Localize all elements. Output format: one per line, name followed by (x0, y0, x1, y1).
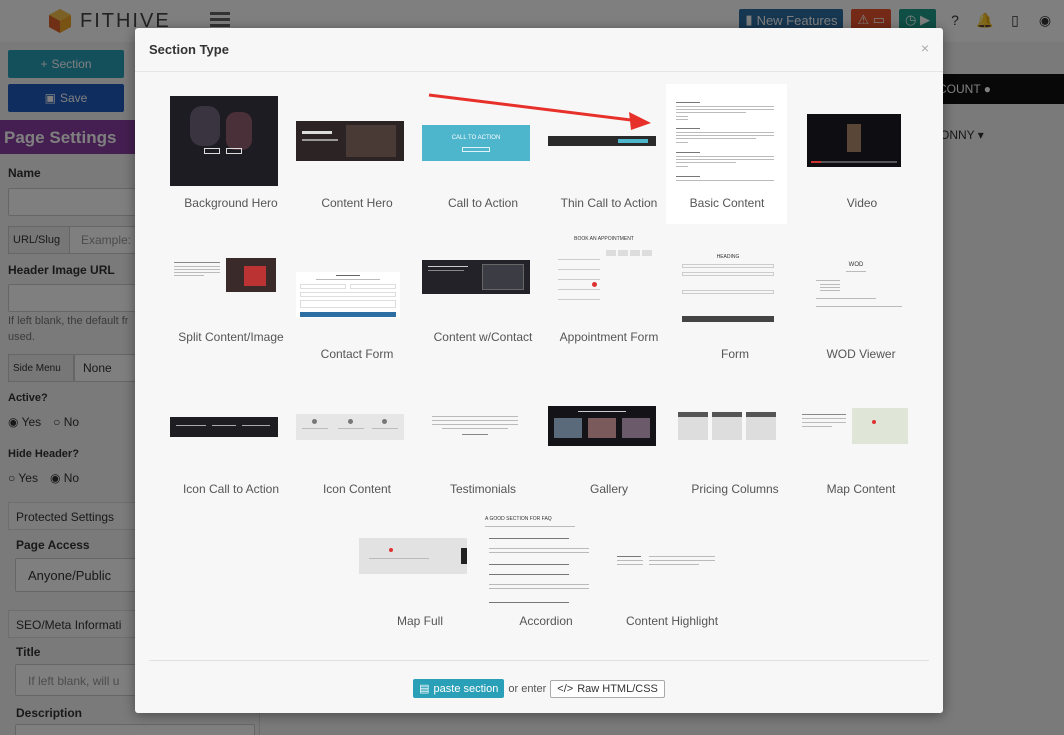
modal-header: Section Type × (135, 28, 943, 72)
tile-label: Video (846, 196, 878, 210)
modal-title: Section Type (149, 42, 229, 57)
section-type-modal: Section Type × Background Hero Content H… (135, 28, 943, 713)
video-thumbnail (807, 114, 901, 167)
tile-label: Icon Call to Action (182, 482, 280, 496)
icon-cta-thumbnail (170, 417, 278, 437)
split-content-thumbnail (174, 258, 276, 292)
icon-content-thumbnail (296, 414, 404, 440)
clipboard-icon: ▤ (419, 683, 430, 695)
tile-label: Background Hero (184, 196, 278, 210)
wod-viewer-thumbnail: WOD (806, 262, 906, 320)
pricing-columns-thumbnail (678, 412, 778, 442)
appointment-thumb-text: BOOK AN APPOINTMENT (574, 236, 634, 242)
paste-section-button[interactable]: ▤ paste section (413, 679, 505, 698)
content-hero-thumbnail (296, 121, 404, 161)
basic-content-thumbnail (676, 102, 776, 184)
tile-label: Map Full (396, 614, 443, 628)
tile-label: Call to Action (447, 196, 519, 210)
tile-label: Split Content/Image (178, 330, 284, 344)
background-hero-thumbnail (170, 96, 278, 186)
tile-label: Icon Content (322, 482, 392, 496)
tile-label: Contact Form (320, 347, 394, 361)
form-thumb-text: HEADING (716, 254, 740, 260)
tile-label: Gallery (589, 482, 628, 496)
tile-label: Accordion (519, 614, 573, 628)
gallery-thumbnail (548, 406, 656, 446)
close-icon[interactable]: × (921, 40, 929, 56)
code-icon: </> (557, 682, 574, 695)
content-highlight-thumbnail (617, 552, 717, 572)
accordion-thumb-title: A GOOD SECTION FOR FAQ (485, 516, 552, 522)
tile-label: Content w/Contact (433, 330, 533, 344)
accordion-thumbnail: A GOOD SECTION FOR FAQ (485, 516, 597, 608)
form-thumbnail: HEADING (682, 254, 774, 328)
tile-label: WOD Viewer (826, 347, 896, 361)
tile-label: Content Highlight (625, 614, 719, 628)
red-arrow-annotation (428, 93, 651, 130)
map-content-thumbnail (802, 408, 908, 444)
testimonials-thumbnail (432, 414, 520, 444)
tile-label: Map Content (826, 482, 896, 496)
tile-label: Basic Content (689, 196, 765, 210)
paste-section-label: paste section (433, 682, 499, 695)
content-contact-thumbnail (422, 260, 530, 294)
wod-thumb-text: WOD (848, 262, 864, 268)
modal-footer: ▤ paste section or enter </> Raw HTML/CS… (149, 660, 929, 698)
raw-html-css-label: Raw HTML/CSS (577, 682, 658, 695)
tile-label: Testimonials (449, 482, 517, 496)
tile-label: Content Hero (321, 196, 393, 210)
appointment-form-thumbnail: BOOK AN APPOINTMENT (552, 236, 656, 310)
tile-label: Form (721, 347, 749, 361)
raw-html-css-button[interactable]: </> Raw HTML/CSS (550, 679, 665, 698)
tile-label: Pricing Columns (691, 482, 779, 496)
map-full-thumbnail (359, 538, 467, 574)
tile-label: Appointment Form (559, 330, 659, 344)
or-enter-text: or enter (508, 682, 547, 695)
contact-form-thumbnail (296, 272, 400, 318)
